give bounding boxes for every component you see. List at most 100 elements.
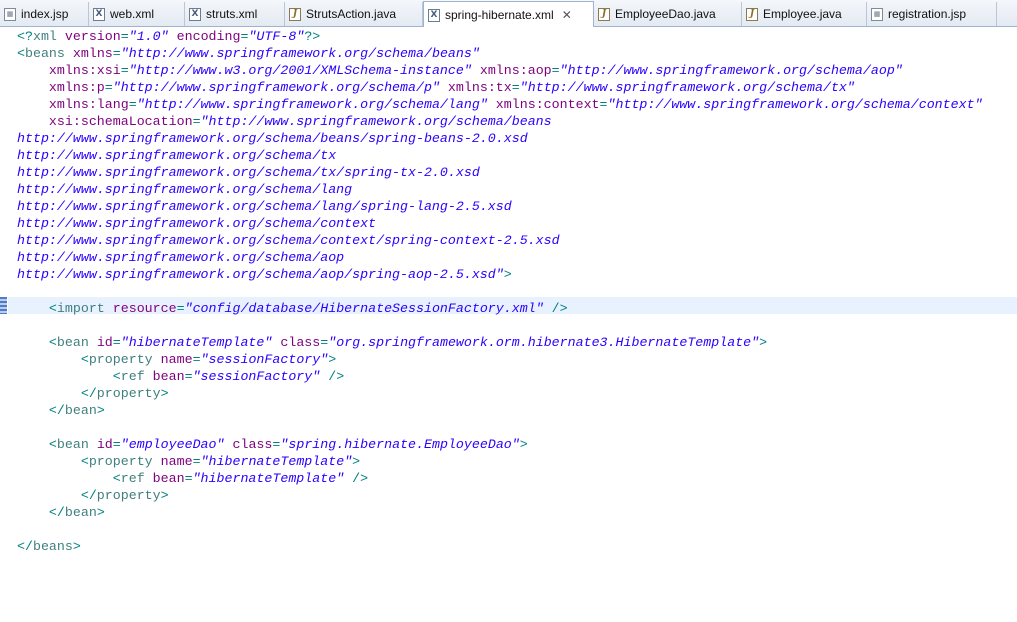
code-token: "spring.hibernate.EmployeeDao" xyxy=(280,437,520,452)
code-line[interactable] xyxy=(17,317,983,334)
code-token: < xyxy=(17,471,121,486)
tab-registration-jsp[interactable]: ▦ registration.jsp xyxy=(867,2,997,26)
code-line[interactable]: http://www.springframework.org/schema/ao… xyxy=(17,249,983,266)
code-line[interactable]: <ref bean="hibernateTemplate" /> xyxy=(17,470,983,487)
code-token: "hibernateTemplate" xyxy=(120,335,273,350)
xml-file-icon: X xyxy=(93,7,105,21)
code-token: xmlns:tx xyxy=(447,80,512,95)
code-line[interactable]: </bean> xyxy=(17,504,983,521)
code-token: http://www.springframework.org/schema/ao… xyxy=(17,267,504,282)
code-line[interactable]: <property name="hibernateTemplate"> xyxy=(17,453,983,470)
code-token: http://www.springframework.org/schema/la… xyxy=(17,182,353,197)
code-token: "http://www.springframework.org/schema/a… xyxy=(559,63,903,78)
code-line[interactable]: </bean> xyxy=(17,402,983,419)
xml-file-icon: X xyxy=(428,8,440,22)
code-token: > xyxy=(328,352,337,367)
code-token: < xyxy=(17,301,57,316)
code-line[interactable]: xmlns:lang="http://www.springframework.o… xyxy=(17,96,983,113)
code-line[interactable] xyxy=(17,419,983,436)
code-line[interactable]: http://www.springframework.org/schema/tx… xyxy=(17,164,983,181)
code-token: = xyxy=(599,97,608,112)
code-line[interactable]: <bean id="hibernateTemplate" class="org.… xyxy=(17,334,983,351)
code-line[interactable]: xmlns:p="http://www.springframework.org/… xyxy=(17,79,983,96)
code-token: </ xyxy=(17,488,97,503)
code-token: xmlns:p xyxy=(48,80,105,95)
editor-tab-bar: ▦ index.jsp X web.xml X struts.xml J Str… xyxy=(0,0,1017,28)
tab-employeedao-java[interactable]: J EmployeeDao.java xyxy=(594,2,742,26)
code-line[interactable]: http://www.springframework.org/schema/co… xyxy=(17,232,983,249)
code-line[interactable] xyxy=(17,521,983,538)
tab-struts-xml[interactable]: X struts.xml xyxy=(185,2,285,26)
close-icon[interactable]: ✕ xyxy=(562,8,572,22)
code-token: "sessionFactory" xyxy=(200,352,329,367)
code-token: class xyxy=(232,437,273,452)
code-token: resource xyxy=(112,301,177,316)
code-line[interactable]: <bean id="employeeDao" class="spring.hib… xyxy=(17,436,983,453)
tab-employee-java[interactable]: J Employee.java xyxy=(742,2,867,26)
tab-web-xml[interactable]: X web.xml xyxy=(89,2,185,26)
code-token: "sessionFactory" xyxy=(192,369,321,384)
code-token: property xyxy=(88,352,161,367)
code-line[interactable]: http://www.springframework.org/schema/la… xyxy=(17,198,983,215)
tab-index-jsp[interactable]: ▦ index.jsp xyxy=(0,2,89,26)
code-token: "employeeDao" xyxy=(120,437,225,452)
code-line[interactable] xyxy=(17,283,983,300)
code-token: name xyxy=(160,352,193,367)
code-token: import xyxy=(56,301,113,316)
code-token: < xyxy=(17,454,89,469)
code-token: http://www.springframework.org/schema/tx xyxy=(17,148,337,163)
java-file-icon: J xyxy=(746,7,758,21)
code-line[interactable]: </property> xyxy=(17,487,983,504)
code-token: "UTF-8" xyxy=(248,29,305,44)
code-line[interactable]: <property name="sessionFactory"> xyxy=(17,351,983,368)
code-token: = xyxy=(112,46,121,61)
code-token: "config/database/HibernateSessionFactory… xyxy=(184,301,544,316)
code-token: = xyxy=(112,335,121,350)
jsp-file-icon: ▦ xyxy=(871,7,883,21)
code-token: property xyxy=(96,386,161,401)
tab-label: struts.xml xyxy=(206,7,258,21)
code-token: = xyxy=(511,80,520,95)
code-token: = xyxy=(192,114,201,129)
code-token: property xyxy=(88,454,161,469)
code-line[interactable]: http://www.springframework.org/schema/be… xyxy=(17,130,983,147)
code-token: </ xyxy=(17,505,65,520)
code-line[interactable]: <?xml version="1.0" encoding="UTF-8"?> xyxy=(17,28,983,45)
code-token: xmlns:aop xyxy=(479,63,552,78)
code-line[interactable]: xsi:schemaLocation="http://www.springfra… xyxy=(17,113,983,130)
code-token: encoding xyxy=(176,29,241,44)
tab-label: Employee.java xyxy=(763,7,842,21)
code-token: > xyxy=(96,505,105,520)
code-token: > xyxy=(519,437,528,452)
code-token: http://www.springframework.org/schema/co… xyxy=(17,216,377,231)
code-token: xsi:schemaLocation xyxy=(48,114,193,129)
code-token: = xyxy=(192,454,201,469)
code-line[interactable]: <beans xmlns="http://www.springframework… xyxy=(17,45,983,62)
code-token: </ xyxy=(17,539,33,554)
code-line[interactable]: http://www.springframework.org/schema/tx xyxy=(17,147,983,164)
code-token: ref xyxy=(120,471,153,486)
code-line[interactable]: </beans> xyxy=(17,538,983,555)
code-line[interactable]: http://www.springframework.org/schema/la… xyxy=(17,181,983,198)
code-line[interactable]: xmlns:xsi="http://www.w3.org/2001/XMLSch… xyxy=(17,62,983,79)
code-line[interactable]: <import resource="config/database/Hibern… xyxy=(17,300,983,317)
code-token: "http://www.springframework.org/schema/b… xyxy=(120,46,480,61)
code-text[interactable]: <?xml version="1.0" encoding="UTF-8"?> <b… xyxy=(17,28,983,555)
code-line[interactable]: http://www.springframework.org/schema/ao… xyxy=(17,266,983,283)
editor-gutter[interactable] xyxy=(0,27,8,622)
code-line[interactable]: <ref bean="sessionFactory" /> xyxy=(17,368,983,385)
code-token: </ xyxy=(17,386,97,401)
tab-strutsaction-java[interactable]: J StrutsAction.java xyxy=(285,2,423,26)
code-token: < xyxy=(17,369,121,384)
xml-source-editor[interactable]: <?xml version="1.0" encoding="UTF-8"?> <b… xyxy=(0,27,1017,622)
tab-spring-hibernate-xml[interactable]: X spring-hibernate.xml ✕ xyxy=(423,1,594,28)
code-line[interactable]: http://www.springframework.org/schema/co… xyxy=(17,215,983,232)
code-line[interactable]: </property> xyxy=(17,385,983,402)
code-token: > xyxy=(352,454,361,469)
code-token: /> xyxy=(320,369,345,384)
